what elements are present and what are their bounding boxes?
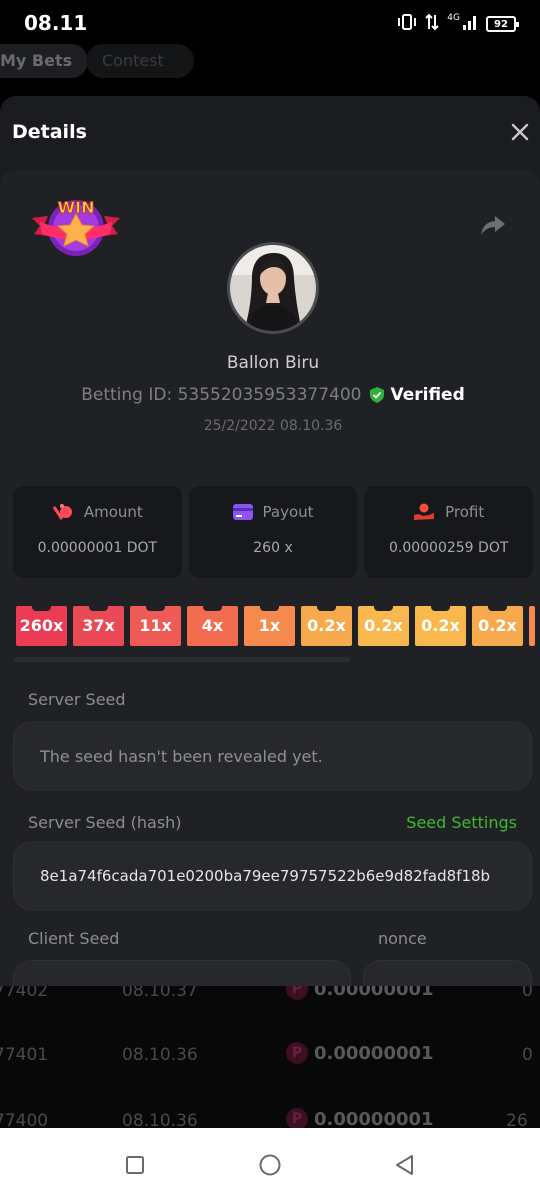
amount-value: 0.00000001 DOT (37, 540, 158, 556)
row-amount-value: 0.00000001 (314, 1108, 434, 1129)
multiplier-chip: 0.2x (358, 606, 409, 646)
tab-contest[interactable]: Contest (86, 44, 194, 78)
recents-button[interactable] (120, 1150, 150, 1180)
card-icon (232, 504, 253, 520)
verified-label: Verified (390, 385, 465, 405)
share-button[interactable] (478, 210, 508, 240)
verified-badge: Verified (369, 385, 465, 405)
server-seed-label: Server Seed (28, 690, 126, 709)
home-button[interactable] (255, 1150, 285, 1180)
square-icon (126, 1156, 144, 1174)
multiplier-chip: 0.2x (415, 606, 466, 646)
table-row: 77402 08.10.37 P 0.00000001 0 (0, 986, 540, 1008)
stat-card-payout: Payout 260 x (188, 486, 358, 578)
multiplier-chip: 0.2x (301, 606, 352, 646)
multiplier-chip: 37x (73, 606, 124, 646)
system-nav-bar (0, 1128, 540, 1200)
close-button[interactable] (506, 120, 534, 148)
data-transfer-icon (425, 13, 440, 35)
polkadot-icon: P (286, 986, 308, 1000)
modal-header: Details (0, 96, 540, 170)
row-time: 08.10.37 (122, 986, 198, 1001)
modal-title: Details (12, 121, 87, 143)
multiplier-chip-partial (529, 606, 535, 646)
row-amount: P 0.00000001 (286, 1108, 434, 1128)
row-amount-value: 0.00000001 (314, 986, 434, 1000)
server-seed-field[interactable]: The seed hasn't been revealed yet. (13, 722, 532, 790)
server-seed-hash-field[interactable]: 8e1a74f6cada701e0200ba79ee79757522b6e9d8… (13, 842, 532, 910)
stat-cards: Amount 0.00000001 DOT Payout 260 x Profi… (13, 486, 534, 578)
row-time: 08.10.36 (122, 1111, 198, 1128)
status-bar: 08.11 4G 92 (0, 0, 540, 48)
multiplier-chip: 4x (187, 606, 238, 646)
client-seed-field[interactable] (13, 960, 351, 986)
row-id: 77402 (0, 986, 49, 1001)
row-extra: 26 (506, 1111, 528, 1128)
circle-icon (259, 1154, 281, 1176)
username: Ballon Biru (226, 353, 320, 373)
stat-card-amount: Amount 0.00000001 DOT (13, 486, 182, 578)
hand-coin-icon (414, 503, 435, 520)
win-badge: WIN (30, 192, 122, 260)
status-time: 08.11 (24, 11, 88, 35)
battery-icon: 92 (486, 16, 519, 32)
row-amount: P 0.00000001 (286, 986, 434, 1000)
table-row: 77400 08.10.36 P 0.00000001 26 (0, 1108, 540, 1128)
stat-card-profit: Profit 0.00000259 DOT (364, 486, 534, 578)
row-amount: P 0.00000001 (286, 1042, 434, 1064)
multiplier-chip: 11x (130, 606, 181, 646)
row-extra: 0 (522, 1045, 533, 1065)
signal-icon (462, 14, 478, 34)
multiplier-scrollbar[interactable] (14, 657, 350, 662)
background-bet-list: 77402 08.10.37 P 0.00000001 0 77401 08.10… (0, 986, 540, 1128)
tab-my-bets[interactable]: My Bets (0, 44, 89, 78)
vibrate-icon (397, 14, 417, 34)
modal-body: WIN Ballon Biru Betting ID: 535520359533… (0, 170, 540, 986)
client-seed-label: Client Seed (28, 929, 120, 948)
row-extra: 0 (522, 986, 533, 1001)
amount-label: Amount (83, 503, 143, 521)
multiplier-chip: 260x (16, 606, 67, 646)
betting-id: Betting ID: 53552035953377400 (81, 385, 362, 405)
multiplier-strip[interactable]: 260x 37x 11x 4x 1x 0.2x 0.2x 0.2x 0.2x (16, 606, 540, 648)
polkadot-icon: P (286, 1108, 308, 1128)
multiplier-chip: 1x (244, 606, 295, 646)
network-type: 4G (447, 13, 460, 23)
coins-icon (52, 504, 72, 520)
shield-check-icon (370, 387, 385, 403)
background-tabs: My Bets Contest (0, 42, 540, 82)
row-time: 08.10.36 (122, 1045, 198, 1065)
share-icon (481, 216, 505, 235)
row-amount-value: 0.00000001 (314, 1042, 434, 1064)
payout-label: Payout (262, 503, 314, 521)
bet-date: 25/2/2022 08.10.36 (203, 418, 343, 434)
avatar (227, 242, 319, 334)
betting-id-line: Betting ID: 53552035953377400 Verified (0, 385, 540, 405)
table-row: 77401 08.10.36 P 0.00000001 0 (0, 1042, 540, 1072)
profit-label: Profit (445, 503, 485, 521)
details-modal: Details WIN Ballon Biru Betting ID: 5355… (0, 96, 540, 986)
back-button[interactable] (390, 1150, 420, 1180)
server-seed-hash-label: Server Seed (hash) (28, 813, 182, 832)
nonce-field[interactable] (363, 960, 532, 986)
payout-value: 260 x (253, 540, 293, 556)
win-badge-text: WIN (58, 198, 95, 217)
status-icons: 4G 92 (397, 13, 519, 35)
row-id: 77400 (0, 1111, 49, 1128)
seed-settings-link[interactable]: Seed Settings (406, 813, 517, 832)
profit-value: 0.00000259 DOT (388, 540, 509, 556)
multiplier-chip: 0.2x (472, 606, 523, 646)
back-triangle-icon (396, 1155, 413, 1175)
nonce-label: nonce (378, 929, 427, 948)
polkadot-icon: P (286, 1042, 308, 1064)
row-id: 77401 (0, 1045, 49, 1065)
close-icon (511, 123, 529, 141)
